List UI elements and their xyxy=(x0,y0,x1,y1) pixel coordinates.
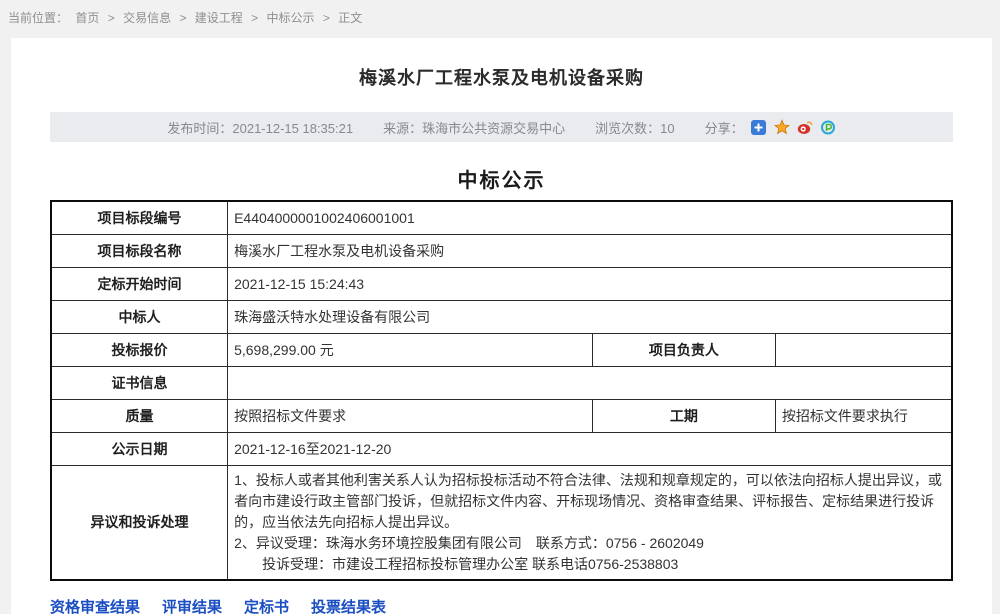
award-decision-doc-link[interactable]: 定标书 xyxy=(244,596,289,614)
table-row: 质量 按照招标文件要求 工期 按招标文件要求执行 xyxy=(51,399,952,432)
breadcrumb-separator: > xyxy=(179,11,186,25)
objection-line: 2、异议受理：珠海水务环境控股集团有限公司 联系方式：0756 - 260204… xyxy=(234,533,945,554)
breadcrumb-label: 当前位置： xyxy=(8,11,68,25)
breadcrumb: 当前位置： 首页 > 交易信息 > 建设工程 > 中标公示 > 正文 xyxy=(0,0,1000,38)
objection-handling-label: 异议和投诉处理 xyxy=(51,465,228,580)
breadcrumb-separator: > xyxy=(108,11,115,25)
view-count-value: 10 xyxy=(660,121,674,136)
winning-bidder-label: 中标人 xyxy=(51,300,228,333)
duration-label: 工期 xyxy=(592,399,775,432)
breadcrumb-separator: > xyxy=(251,11,258,25)
source-label: 来源： xyxy=(383,121,422,136)
project-section-name-label: 项目标段名称 xyxy=(51,234,228,267)
objection-handling-value: 1、投标人或者其他利害关系人认为招标投标活动不符合法律、法规和规章规定的，可以依… xyxy=(228,465,952,580)
publish-time: 发布时间：2021-12-15 18:35:21 xyxy=(167,118,353,137)
quality-label: 质量 xyxy=(51,399,228,432)
page-title: 梅溪水厂工程水泵及电机设备采购 xyxy=(50,64,953,90)
source-value: 珠海市公共资源交易中心 xyxy=(422,121,565,136)
meta-bar: 发布时间：2021-12-15 18:35:21 来源：珠海市公共资源交易中心 … xyxy=(50,112,953,142)
share-label: 分享： xyxy=(705,118,744,137)
table-row: 定标开始时间 2021-12-15 15:24:43 xyxy=(51,267,952,300)
project-manager-label: 项目负责人 xyxy=(592,333,775,366)
sina-weibo-icon[interactable] xyxy=(797,119,813,135)
bid-price-value: 5,698,299.00 元 xyxy=(228,333,593,366)
table-row: 项目标段名称 梅溪水厂工程水泵及电机设备采购 xyxy=(51,234,952,267)
content-card: 梅溪水厂工程水泵及电机设备采购 发布时间：2021-12-15 18:35:21… xyxy=(11,38,992,614)
bid-price-label: 投标报价 xyxy=(51,333,228,366)
evaluation-result-link[interactable]: 评审结果 xyxy=(162,596,222,614)
publicity-period-value: 2021-12-16至2021-12-20 xyxy=(228,432,952,465)
table-row: 项目标段编号 E4404000001002406001001 xyxy=(51,201,952,234)
award-start-time-label: 定标开始时间 xyxy=(51,267,228,300)
breadcrumb-trade-info-link[interactable]: 交易信息 xyxy=(123,11,171,25)
publicity-period-label: 公示日期 xyxy=(51,432,228,465)
publish-time-label: 发布时间： xyxy=(167,121,232,136)
section-title: 中标公示 xyxy=(50,164,953,193)
view-count: 浏览次数：10 xyxy=(595,118,674,137)
objection-line: 投诉受理：市建设工程招标投标管理办公室 联系电话0756-2538803 xyxy=(234,554,945,575)
project-section-code-value: E4404000001002406001001 xyxy=(228,201,952,234)
source: 来源：珠海市公共资源交易中心 xyxy=(383,118,565,137)
table-row: 证书信息 xyxy=(51,366,952,399)
breadcrumb-construction-link[interactable]: 建设工程 xyxy=(195,11,243,25)
table-row: 中标人 珠海盛沃特水处理设备有限公司 xyxy=(51,300,952,333)
award-notice-table: 项目标段编号 E4404000001002406001001 项目标段名称 梅溪… xyxy=(50,200,953,581)
certificate-info-value xyxy=(228,366,952,399)
objection-line: 1、投标人或者其他利害关系人认为招标投标活动不符合法律、法规和规章规定的，可以依… xyxy=(234,470,945,533)
project-section-name-value: 梅溪水厂工程水泵及电机设备采购 xyxy=(228,234,952,267)
certificate-info-label: 证书信息 xyxy=(51,366,228,399)
project-section-code-label: 项目标段编号 xyxy=(51,201,228,234)
baidu-share-plus-icon[interactable] xyxy=(751,119,767,135)
table-row: 投标报价 5,698,299.00 元 项目负责人 xyxy=(51,333,952,366)
breadcrumb-award-notice-link[interactable]: 中标公示 xyxy=(267,11,315,25)
award-start-time-value: 2021-12-15 15:24:43 xyxy=(228,267,952,300)
share-group: 分享： xyxy=(705,118,836,137)
breadcrumb-current-page: 正文 xyxy=(338,11,362,25)
qzone-star-icon[interactable] xyxy=(774,119,790,135)
table-row: 公示日期 2021-12-16至2021-12-20 xyxy=(51,432,952,465)
breadcrumb-separator: > xyxy=(323,11,330,25)
vote-result-table-link[interactable]: 投票结果表 xyxy=(311,596,386,614)
project-manager-value xyxy=(775,333,952,366)
publish-time-value: 2021-12-15 18:35:21 xyxy=(232,121,353,136)
view-count-label: 浏览次数： xyxy=(595,121,660,136)
duration-value: 按招标文件要求执行 xyxy=(775,399,952,432)
attachment-links: 资格审查结果 评审结果 定标书 投票结果表 xyxy=(50,596,953,614)
breadcrumb-home-link[interactable]: 首页 xyxy=(75,11,99,25)
wechat-share-icon[interactable] xyxy=(820,119,836,135)
quality-value: 按照招标文件要求 xyxy=(228,399,593,432)
winning-bidder-value: 珠海盛沃特水处理设备有限公司 xyxy=(228,300,952,333)
table-row: 异议和投诉处理 1、投标人或者其他利害关系人认为招标投标活动不符合法律、法规和规… xyxy=(51,465,952,580)
qualification-review-result-link[interactable]: 资格审查结果 xyxy=(50,596,140,614)
